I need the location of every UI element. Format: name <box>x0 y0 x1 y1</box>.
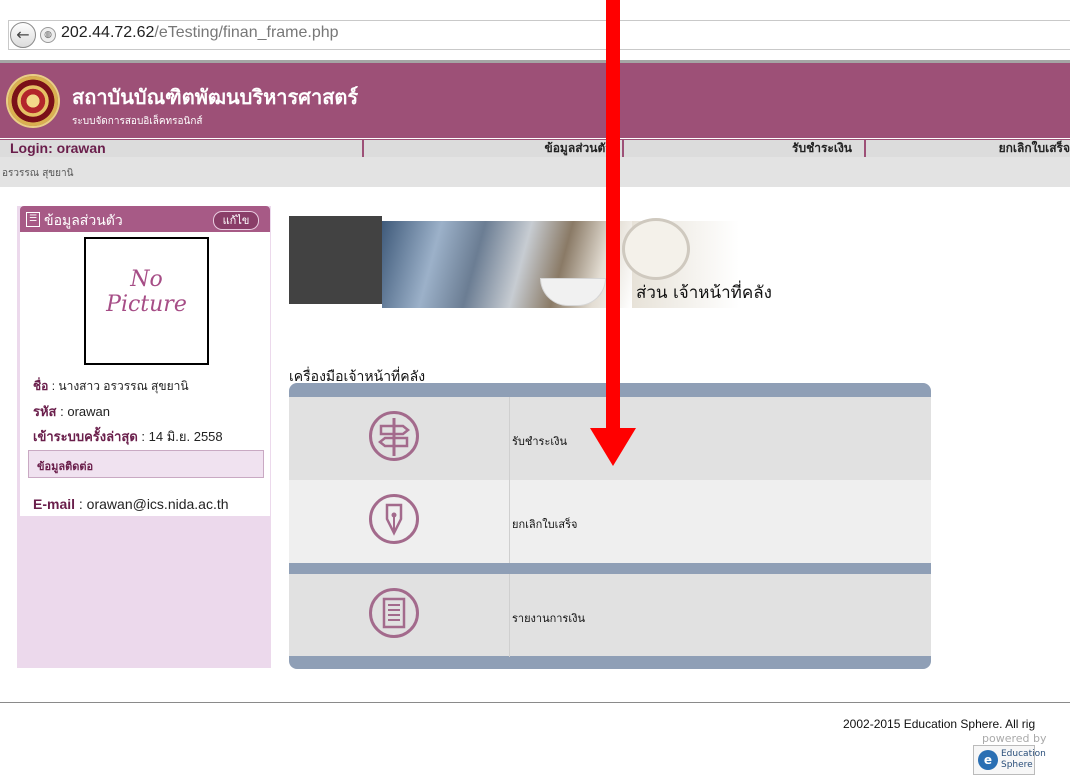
last-login-value: : 14 มิ.ย. 2558 <box>141 429 223 444</box>
id-row: รหัส : orawan <box>33 401 110 422</box>
tool-label-cell: รายงานการเงิน <box>509 574 931 657</box>
pen-nib-icon[interactable] <box>369 494 419 544</box>
annotation-arrow-shaft <box>606 0 620 430</box>
last-login-row: เข้าระบบครั้งล่าสุด : 14 มิ.ย. 2558 <box>33 426 223 447</box>
tool-row-cancel-receipt[interactable]: ยกเลิกใบเสร็จ <box>289 480 931 563</box>
clock-icon <box>622 218 690 280</box>
footer-divider <box>0 702 1070 703</box>
tool-icon-cell <box>289 397 509 480</box>
email-value: : orawan@ics.nida.ac.th <box>78 496 229 512</box>
id-label: รหัส <box>33 404 57 419</box>
tool-label-cancel-receipt[interactable]: ยกเลิกใบเสร็จ <box>512 515 577 533</box>
sphere-icon: e <box>978 750 998 770</box>
back-button[interactable]: ← <box>10 22 36 48</box>
institution-name: สถาบันบัณฑิตพัฒนบริหารศาสตร์ <box>72 85 359 109</box>
profile-photo-placeholder: No Picture <box>84 237 209 365</box>
tool-row-finance-report[interactable]: รายงานการเงิน <box>289 574 931 657</box>
url-path: /eTesting/finan_frame.php <box>154 24 339 41</box>
system-name: ระบบจัดการสอบอิเล็คทรอนิกส์ <box>72 116 203 127</box>
tool-icon-cell <box>289 480 509 563</box>
copyright-text: 2002-2015 Education Sphere. All rig <box>843 717 1036 731</box>
last-login-label: เข้าระบบครั้งล่าสุด <box>33 429 138 444</box>
photo-text-line2: Picture <box>106 292 187 317</box>
nav-item-profile[interactable]: ข้อมูลส่วนตัว <box>364 140 622 157</box>
sidebar-title: ข้อมูลส่วนตัว <box>44 213 123 229</box>
email-label: E-mail <box>33 496 76 512</box>
name-label: ชื่อ <box>33 379 49 393</box>
login-label: Login: orawan <box>0 140 362 157</box>
main-nav: Login: orawan ข้อมูลส่วนตัว รับชำระเงิน … <box>0 138 1070 158</box>
email-row: E-mail : orawan@ics.nida.ac.th <box>33 496 229 512</box>
name-row: ชื่อ : นางสาว อรวรรณ สุขยานิ <box>33 377 189 396</box>
globe-icon: ◍ <box>40 27 56 43</box>
user-bar: อรวรรณ สุขยานิ <box>0 157 1070 187</box>
photo-text-line1: No <box>130 267 163 292</box>
url-text[interactable]: 202.44.72.62/eTesting/finan_frame.php <box>61 24 339 42</box>
signpost-icon[interactable] <box>369 411 419 461</box>
logo-text: Education Sphere <box>1001 749 1046 771</box>
name-value: : นางสาว อรวรรณ สุขยานิ <box>51 379 189 393</box>
tool-label-cell: ยกเลิกใบเสร็จ <box>509 480 931 563</box>
tool-label-finance-report[interactable]: รายงานการเงิน <box>512 609 585 627</box>
nav-item-cancel-receipt[interactable]: ยกเลิกใบเสร็จ <box>866 140 1070 157</box>
tool-icon-cell <box>289 574 509 657</box>
tool-label-cell: รับชำระเงิน <box>509 397 931 480</box>
url-host: 202.44.72.62 <box>61 24 155 41</box>
institution-logo <box>8 76 58 126</box>
annotation-arrow-icon <box>590 428 636 466</box>
powered-by-text: powered by <box>982 732 1047 745</box>
report-document-icon[interactable] <box>369 588 419 638</box>
user-fullname: อรวรรณ สุขยานิ <box>2 168 74 179</box>
contact-section-header: ข้อมูลติดต่อ <box>28 450 264 478</box>
logo-text-line2: Sphere <box>1001 760 1033 770</box>
list-icon: ☰ <box>26 212 40 227</box>
education-sphere-logo[interactable]: e Education Sphere <box>973 745 1046 775</box>
id-value: : orawan <box>60 404 110 419</box>
banner-dark-block <box>289 216 382 304</box>
logo-text-line1: Education <box>1001 749 1046 759</box>
contact-title: ข้อมูลติดต่อ <box>37 460 94 473</box>
tool-label-payment[interactable]: รับชำระเงิน <box>512 432 567 450</box>
edit-button[interactable]: แก้ไข <box>213 211 259 230</box>
banner-title: ส่วน เจ้าหน้าที่คลัง <box>636 283 772 303</box>
nav-item-payment[interactable]: รับชำระเงิน <box>624 140 864 157</box>
